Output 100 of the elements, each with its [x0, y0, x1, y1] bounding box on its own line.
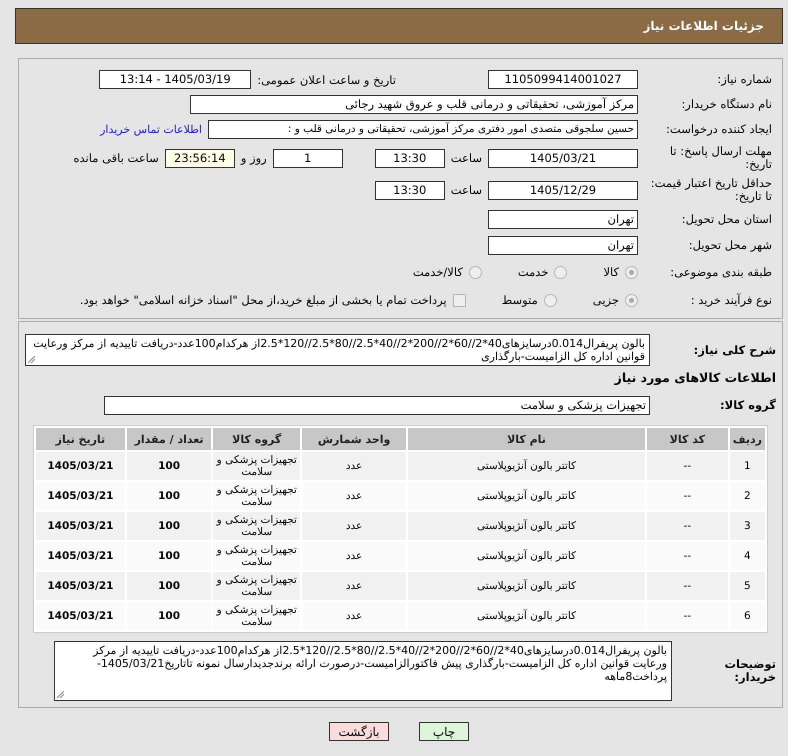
table-cell: تجهیزات پزشکی و سلامت: [213, 482, 300, 510]
text-field[interactable]: 1: [272, 148, 343, 168]
table-cell: کاتتر بالون آنژیوپلاستی: [408, 542, 645, 570]
table-cell: 4: [730, 542, 765, 570]
table-cell: کاتتر بالون آنژیوپلاستی: [408, 482, 645, 510]
field-label: حداقل تاریخ اعتبار قیمت: تا تاریخ:: [650, 177, 772, 203]
field-label: ساعت: [450, 151, 482, 165]
option-label: متوسط: [502, 293, 538, 307]
print-button[interactable]: چاپ: [419, 722, 469, 741]
resize-grip-icon: [28, 356, 35, 363]
table-cell: تجهیزات پزشکی و سلامت: [213, 542, 300, 570]
text-field[interactable]: 13:30: [374, 148, 445, 168]
table-cell: 100: [126, 572, 212, 600]
column-header: تاریخ نیاز: [36, 428, 125, 450]
table-cell: 3: [730, 512, 765, 540]
table-cell: کاتتر بالون آنژیوپلاستی: [408, 602, 645, 630]
table-cell: 100: [126, 602, 212, 630]
checkbox[interactable]: [452, 294, 466, 306]
field-label: شرح کلی نیاز:: [692, 344, 776, 356]
text-field[interactable]: تجهیزات پزشکی و سلامت: [104, 396, 650, 414]
table-cell: عدد: [302, 482, 406, 510]
text-field[interactable]: تهران: [488, 210, 638, 228]
table-cell: 6: [730, 602, 765, 630]
page-title: جزئیات اطلاعات نیاز: [643, 19, 764, 33]
radio-button[interactable]: [468, 266, 482, 278]
radio-button[interactable]: [554, 266, 568, 278]
column-header: ردیف: [730, 428, 765, 450]
table-cell: 1405/03/21: [36, 482, 125, 510]
description-field[interactable]: بالون پریفرال0.014درسایزهای40*2//60*2//200*2//40*2.5//80*2.5//120*2.5از هرکدام100عدد-دریافت تاییدیه از مرکز ورعایت قوانین اداره کل الزامیست-بارگذاری: [25, 334, 650, 366]
text-field[interactable]: 1405/03/21: [488, 148, 638, 168]
field-label: استان محل تحویل:: [680, 212, 772, 226]
option-label: خدمت: [518, 265, 548, 279]
back-button[interactable]: بازگشت: [329, 722, 389, 741]
table-cell: عدد: [302, 602, 406, 630]
field-label: تاریخ و ساعت اعلان عمومی:: [257, 72, 396, 86]
table-cell: عدد: [302, 572, 406, 600]
resize-grip-icon: [57, 691, 64, 698]
radio-button[interactable]: [625, 294, 638, 306]
table-cell: تجهیزات پزشکی و سلامت: [213, 512, 300, 540]
countdown-field: 23:56:14: [164, 148, 235, 168]
table-cell: تجهیزات پزشکی و سلامت: [213, 452, 300, 480]
text-field[interactable]: 1105099414001027: [488, 70, 638, 89]
table-cell: --: [646, 512, 728, 540]
field-label: نام دستگاه خریدار:: [680, 98, 772, 111]
radio-button[interactable]: [544, 294, 557, 306]
table-cell: --: [646, 482, 728, 510]
table-cell: 1405/03/21: [36, 452, 125, 480]
section-title: اطلاعات کالاهای مورد نیاز: [613, 369, 776, 385]
text-field[interactable]: تهران: [488, 236, 638, 254]
option-label: پرداخت تمام یا بخشی از مبلغ خرید،از محل "اسناد خزانه اسلامی" خواهد بود.: [80, 293, 447, 307]
table-cell: کاتتر بالون آنژیوپلاستی: [408, 452, 645, 480]
text-field[interactable]: مرکز آموزشی، تحقیقاتی و درمانی قلب و عروق شهید رجائی: [190, 95, 638, 114]
table-cell: 1405/03/21: [36, 512, 125, 540]
field-label: روز و: [240, 151, 267, 165]
table-cell: 1405/03/21: [36, 542, 125, 570]
field-label: طبقه بندی موضوعی:: [669, 266, 772, 278]
option-label: کالا: [603, 265, 619, 279]
field-label: نوع فرآیند خرید :: [690, 294, 772, 306]
table-cell: --: [646, 542, 728, 570]
column-header: گروه کالا: [213, 428, 300, 450]
radio-button[interactable]: [625, 266, 638, 278]
column-header: کد کالا: [646, 428, 728, 450]
table-cell: --: [646, 452, 728, 480]
field-label: شماره نیاز:: [716, 73, 772, 86]
text-field[interactable]: 13:30: [374, 180, 445, 200]
table-cell: 100: [126, 482, 212, 510]
field-label: ایجاد کننده درخواست:: [665, 123, 772, 136]
table-cell: تجهیزات پزشکی و سلامت: [213, 572, 300, 600]
field-label: توضیحات خریدار:: [724, 658, 776, 684]
column-header: تعداد / مقدار: [126, 428, 212, 450]
table-cell: 100: [126, 542, 212, 570]
table-cell: 100: [126, 512, 212, 540]
field-label: شهر محل تحویل:: [688, 238, 772, 252]
table-cell: 5: [730, 572, 765, 600]
table-cell: --: [646, 572, 728, 600]
table-cell: 1: [730, 452, 765, 480]
column-header: واحد شمارش: [302, 428, 406, 450]
text-field[interactable]: 1405/03/19 - 13:14: [99, 70, 252, 89]
option-label: جزیی: [592, 293, 619, 307]
text-field[interactable]: 1405/12/29: [488, 180, 638, 200]
field-label: ساعت باقی مانده: [74, 151, 159, 165]
table-cell: عدد: [302, 452, 406, 480]
table-cell: 1405/03/21: [36, 572, 125, 600]
table-cell: کاتتر بالون آنژیوپلاستی: [408, 572, 645, 600]
buyer-contact-link[interactable]: اطلاعات تماس خریدار: [100, 123, 202, 136]
table-cell: 2: [730, 482, 765, 510]
buyer-notes-field[interactable]: بالون پریفرال0.014درسایزهای40*2//60*2//200*2//40*2.5//80*2.5//120*2.5از هرکدام100عدد-دریافت تاییدیه از مرکز ورعایت قوانین اداره کل الزامیست-بارگذاری پیش فاکتورالزامیست-درصورت ارائه برندجدیدارسال نمونه تاتاریخ1405/03/21-پرداخت8ماهه: [54, 641, 672, 701]
text-field[interactable]: حسین سلجوقی متصدی امور دفتری مرکز آموزشی، تحقیقاتی و درمانی قلب و :: [208, 120, 638, 139]
table-cell: کاتتر بالون آنژیوپلاستی: [408, 512, 645, 540]
column-header: نام کالا: [408, 428, 645, 450]
field-label: ساعت: [450, 183, 482, 197]
table-cell: تجهیزات پزشکی و سلامت: [213, 602, 300, 630]
table-cell: --: [646, 602, 728, 630]
field-label: گروه کالا:: [719, 398, 776, 412]
option-label: کالا/خدمت: [412, 265, 463, 279]
table-cell: 100: [126, 452, 212, 480]
table-cell: عدد: [302, 512, 406, 540]
table-cell: عدد: [302, 542, 406, 570]
table-cell: 1405/03/21: [36, 602, 125, 630]
field-label: مهلت ارسال پاسخ: تا تاریخ:: [668, 145, 772, 171]
